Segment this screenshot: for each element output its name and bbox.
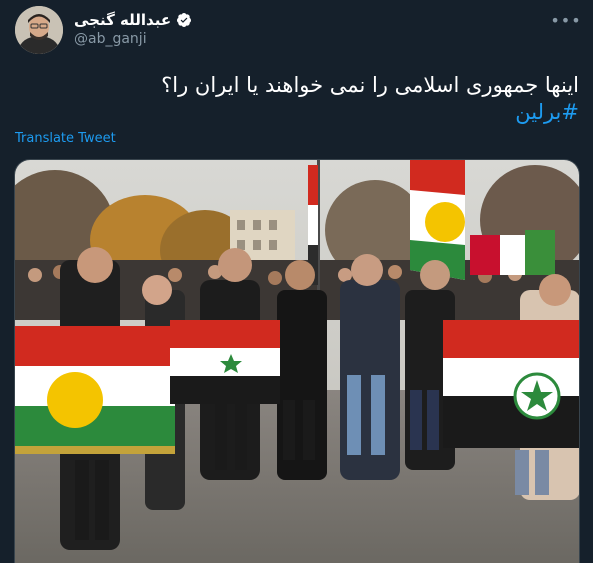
protest-photo-image [15,160,579,563]
verified-badge-icon [177,13,192,27]
tweet-text: اینها جمهوری اسلامی را نمی خواهند یا ایر… [15,72,579,126]
translate-tweet-link[interactable]: Translate Tweet [15,131,116,146]
tweet-body: اینها جمهوری اسلامی را نمی خواهند یا ایر… [161,73,579,97]
more-options-icon[interactable]: ••• [550,10,580,30]
author-display-name[interactable]: عبدالله گنجی [74,11,171,29]
tweet-photo[interactable] [14,159,580,563]
avatar-image [15,6,63,54]
avatar[interactable] [15,6,63,54]
author-handle[interactable]: @ab_ganji [74,31,147,47]
hashtag-link[interactable]: #برلین [15,99,579,126]
author-name-row[interactable]: عبدالله گنجی [74,9,192,31]
